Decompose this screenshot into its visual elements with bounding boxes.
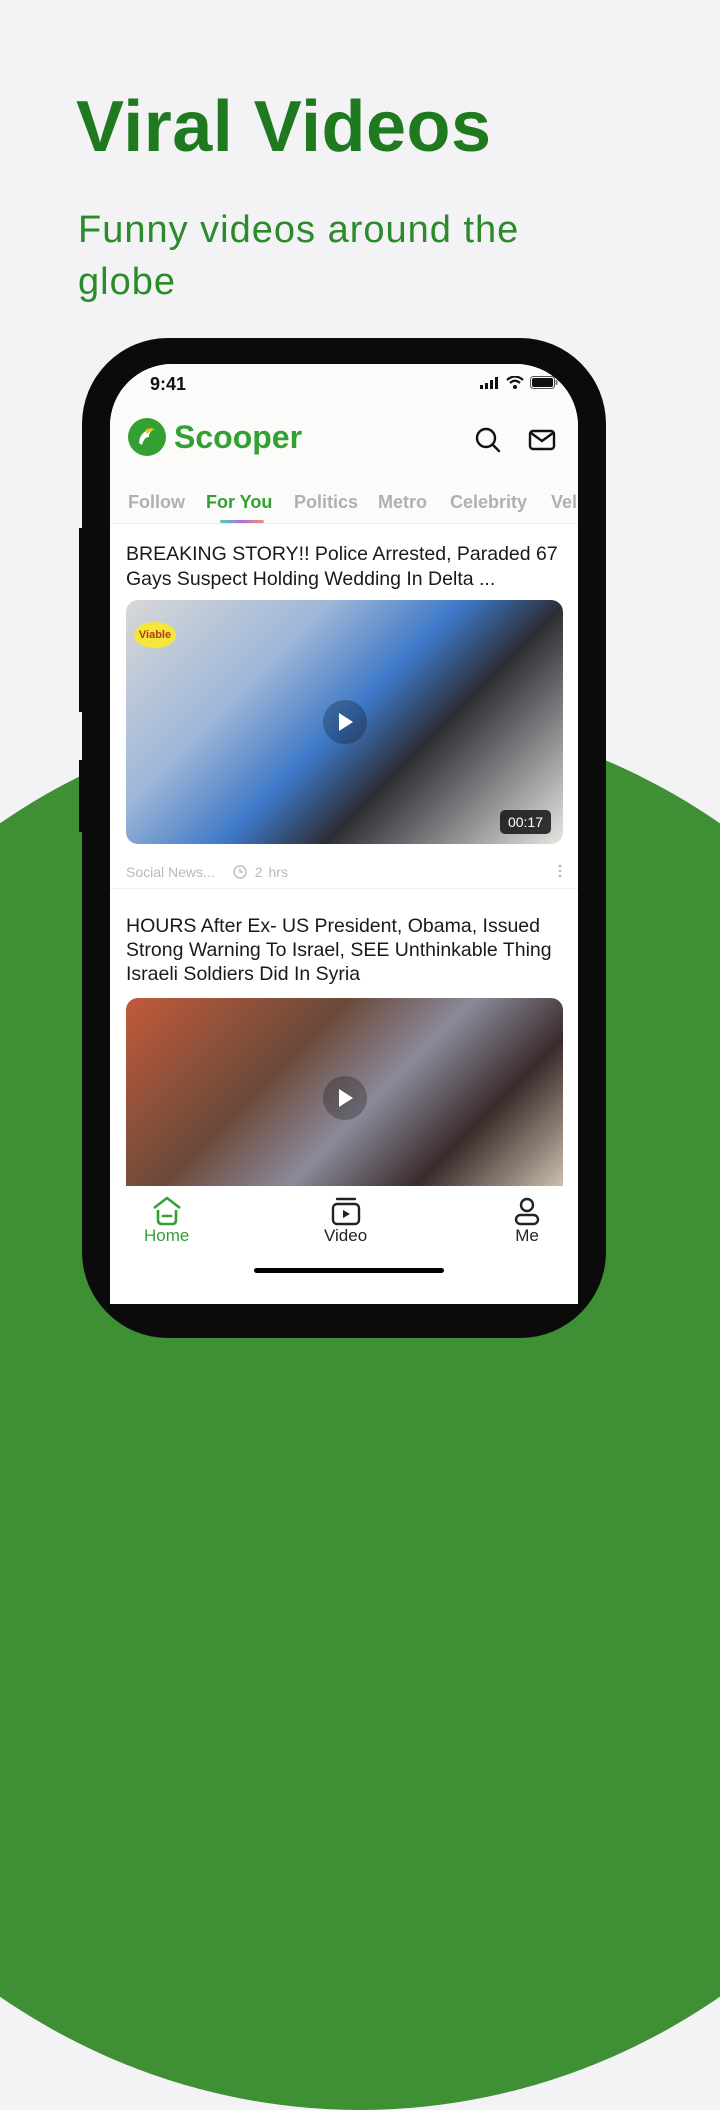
nav-home[interactable]: Home [144, 1196, 189, 1246]
tab-vel[interactable]: Vel [551, 492, 577, 513]
nav-video[interactable]: Video [324, 1196, 367, 1246]
tab-metro[interactable]: Metro [378, 492, 427, 513]
channel-badge: Viable [134, 622, 176, 648]
active-tab-indicator [220, 520, 264, 523]
clock-icon [233, 865, 247, 879]
mail-icon[interactable] [528, 426, 556, 454]
promo-subtitle: Funny videos around the globe [78, 209, 520, 303]
video-icon [331, 1197, 360, 1226]
more-options-icon[interactable] [557, 864, 563, 881]
status-bar: 9:41 [110, 364, 578, 404]
tab-follow[interactable]: Follow [128, 492, 185, 513]
nav-me[interactable]: Me [512, 1196, 542, 1246]
article-meta: Social News... 2 hrs [126, 862, 563, 882]
battery-icon [530, 376, 558, 389]
app-logo: Scooper [128, 418, 302, 456]
app-name: Scooper [174, 418, 303, 455]
time-ago-unit: hrs [268, 864, 288, 880]
article-source[interactable]: Social News... [126, 864, 215, 880]
nav-label: Me [515, 1226, 539, 1245]
app-header: Scooper [110, 404, 578, 484]
search-icon[interactable] [474, 426, 502, 454]
feed-divider [110, 888, 578, 889]
tab-politics[interactable]: Politics [294, 492, 358, 513]
play-icon[interactable] [322, 700, 367, 744]
home-icon [152, 1196, 181, 1226]
video-thumbnail[interactable] [126, 998, 563, 1198]
nav-label: Video [324, 1226, 368, 1245]
promo-title: Viral Videos [76, 87, 492, 167]
phone-screen: 9:41 Scooper Follow For You Politics Met… [110, 364, 578, 1304]
tab-celebrity[interactable]: Celebrity [450, 492, 527, 513]
user-icon [514, 1197, 540, 1226]
status-time: 9:41 [150, 374, 187, 394]
video-thumbnail[interactable]: Viable 00:17 [126, 600, 563, 844]
article-title[interactable]: BREAKING STORY!! Police Arrested, Parade… [126, 542, 562, 592]
wifi-icon [506, 376, 524, 389]
bottom-navigation: Home Video Me [110, 1186, 578, 1304]
video-duration: 00:17 [499, 810, 551, 834]
time-ago-value: 2 [254, 864, 263, 880]
scooper-logo-icon [128, 418, 166, 456]
nav-label: Home [144, 1226, 190, 1245]
home-indicator [254, 1268, 444, 1273]
category-tabs: Follow For You Politics Metro Celebrity … [110, 484, 578, 524]
article-title[interactable]: HOURS After Ex- US President, Obama, Iss… [126, 914, 566, 986]
signal-icon [480, 377, 498, 389]
tab-for-you[interactable]: For You [206, 492, 272, 513]
play-icon[interactable] [322, 1076, 367, 1120]
